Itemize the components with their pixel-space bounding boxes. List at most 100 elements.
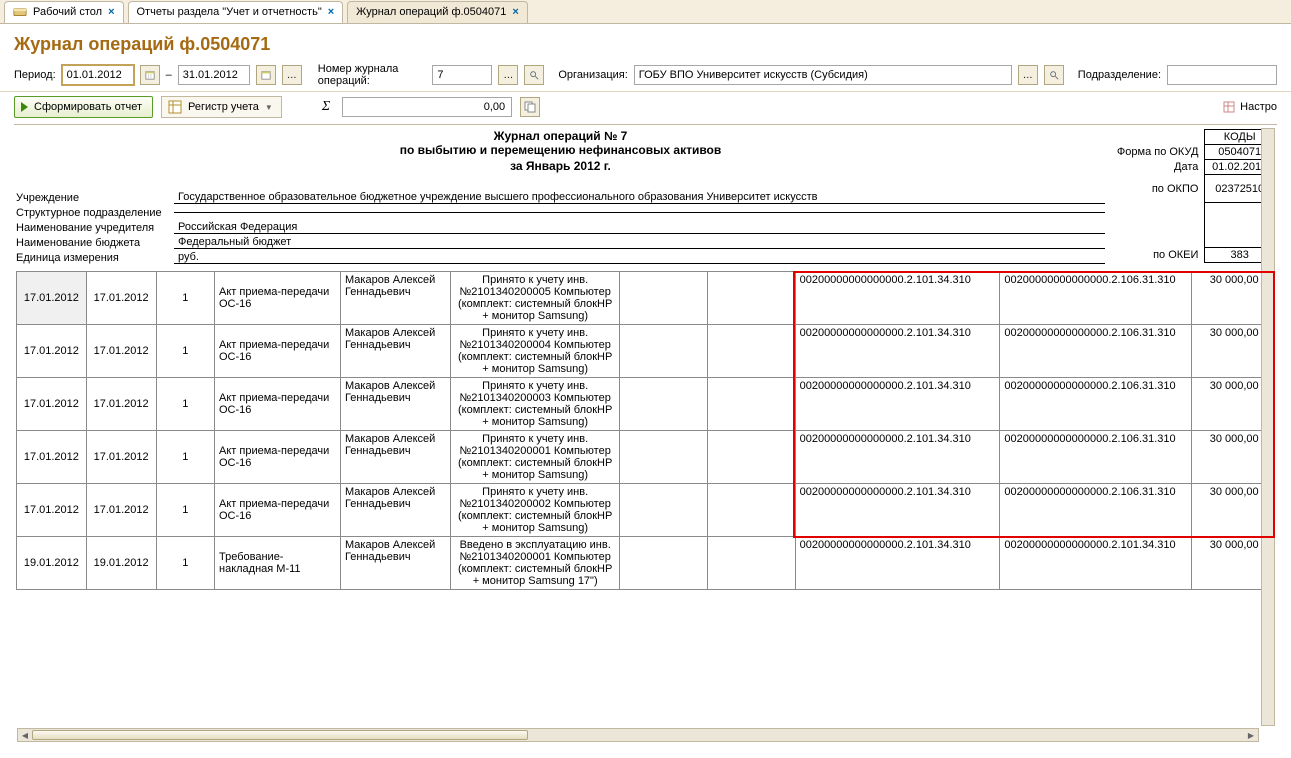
- tab-reports-label: Отчеты раздела "Учет и отчетность": [137, 6, 322, 18]
- report-title: Журнал операций № 7: [16, 129, 1105, 143]
- cell-doc: Требование-накладная М-11: [215, 537, 341, 590]
- institution-value: Государственное образовательное бюджетно…: [174, 191, 1105, 204]
- chevron-down-icon: ▼: [265, 103, 273, 112]
- page-title: Журнал операций ф.0504071: [0, 24, 1291, 63]
- table-row[interactable]: 17.01.201217.01.20121Акт приема-передачи…: [17, 272, 1275, 325]
- horizontal-scrollbar[interactable]: ◀ ▶: [17, 728, 1259, 742]
- cell-date2: 17.01.2012: [86, 484, 156, 537]
- cell-num: 1: [156, 325, 215, 378]
- report-period: за Январь 2012 г.: [16, 159, 1105, 173]
- settings-link[interactable]: Настро: [1222, 100, 1277, 114]
- cell-account2: 00200000000000000.2.106.31.310: [1000, 272, 1191, 325]
- toolbar: Сформировать отчет Регистр учета ▼ Σ 0,0…: [0, 91, 1291, 124]
- play-icon: [21, 102, 28, 112]
- date-to-input[interactable]: [178, 65, 250, 85]
- settings-label: Настро: [1240, 101, 1277, 113]
- cell-doc: Акт приема-передачи ОС-16: [215, 378, 341, 431]
- cell-num: 1: [156, 537, 215, 590]
- cell-empty2: [707, 537, 795, 590]
- table-row[interactable]: 17.01.201217.01.20121Акт приема-передачи…: [17, 484, 1275, 537]
- cell-person: Макаров Алексей Геннадьевич: [341, 484, 451, 537]
- cell-empty2: [707, 325, 795, 378]
- tab-desktop[interactable]: Рабочий стол ×: [4, 1, 124, 23]
- cell-num: 1: [156, 272, 215, 325]
- unit-value: руб.: [174, 251, 1105, 264]
- generate-report-button[interactable]: Сформировать отчет: [14, 96, 153, 118]
- org-select-button[interactable]: …: [1018, 65, 1038, 85]
- generate-label: Сформировать отчет: [34, 101, 142, 113]
- tab-reports[interactable]: Отчеты раздела "Учет и отчетность" ×: [128, 1, 344, 23]
- cell-person: Макаров Алексей Геннадьевич: [341, 378, 451, 431]
- cell-date2: 19.01.2012: [86, 537, 156, 590]
- subdiv-input[interactable]: [1167, 65, 1277, 85]
- journal-num-input[interactable]: [432, 65, 492, 85]
- calendar-icon[interactable]: [256, 65, 276, 85]
- cell-account2: 00200000000000000.2.106.31.310: [1000, 378, 1191, 431]
- cell-date2: 17.01.2012: [86, 378, 156, 431]
- table-row[interactable]: 17.01.201217.01.20121Акт приема-передачи…: [17, 431, 1275, 484]
- cell-sum: 30 000,00: [1191, 431, 1263, 484]
- journal-num-label: Номер журнала операций:: [318, 63, 427, 87]
- cell-date1: 17.01.2012: [17, 484, 87, 537]
- cell-empty2: [707, 484, 795, 537]
- period-select-button[interactable]: …: [282, 65, 302, 85]
- cell-desc: Принято к учету инв. №2101340200003 Комп…: [451, 378, 620, 431]
- vertical-scrollbar[interactable]: [1261, 128, 1275, 726]
- tab-journal[interactable]: Журнал операций ф.0504071 ×: [347, 1, 528, 23]
- okpo-label: по ОКПО: [1105, 175, 1205, 203]
- date-from-input[interactable]: [62, 65, 134, 85]
- table-row[interactable]: 19.01.201219.01.20121Требование-накладна…: [17, 537, 1275, 590]
- founder-value: Российская Федерация: [174, 221, 1105, 234]
- codes-table: КОДЫ Форма по ОКУД0504071 Дата01.02.2012…: [1105, 129, 1275, 263]
- journal-num-select-button[interactable]: …: [498, 65, 518, 85]
- period-label: Период:: [14, 69, 56, 81]
- org-input[interactable]: [634, 65, 1012, 85]
- subdiv-label: Подразделение:: [1078, 69, 1161, 81]
- calendar-icon[interactable]: [140, 65, 160, 85]
- table-row[interactable]: 17.01.201217.01.20121Акт приема-передачи…: [17, 378, 1275, 431]
- cell-sum: 30 000,00: [1191, 325, 1263, 378]
- tab-desktop-label: Рабочий стол: [33, 6, 102, 18]
- search-icon[interactable]: [524, 65, 544, 85]
- struct-value: [174, 212, 1105, 213]
- table-row[interactable]: 17.01.201217.01.20121Акт приема-передачи…: [17, 325, 1275, 378]
- cell-date2: 17.01.2012: [86, 431, 156, 484]
- cell-empty2: [707, 431, 795, 484]
- cell-doc: Акт приема-передачи ОС-16: [215, 484, 341, 537]
- cell-person: Макаров Алексей Геннадьевич: [341, 431, 451, 484]
- cell-date1: 17.01.2012: [17, 431, 87, 484]
- budget-value: Федеральный бюджет: [174, 236, 1105, 249]
- copy-icon[interactable]: [520, 97, 540, 117]
- cell-doc: Акт приема-передачи ОС-16: [215, 272, 341, 325]
- cell-person: Макаров Алексей Геннадьевич: [341, 537, 451, 590]
- sigma-icon: Σ: [318, 99, 334, 115]
- cell-account1: 00200000000000000.2.101.34.310: [795, 272, 1000, 325]
- params-row: Период: – … Номер журнала операций: … Ор…: [0, 63, 1291, 91]
- scrollbar-thumb[interactable]: [32, 730, 528, 740]
- close-icon[interactable]: ×: [328, 6, 334, 18]
- cell-empty1: [620, 272, 708, 325]
- cell-empty2: [707, 272, 795, 325]
- cell-account2: 00200000000000000.2.106.31.310: [1000, 484, 1191, 537]
- founder-label: Наименование учредителя: [16, 222, 174, 234]
- sum-display: 0,00: [342, 97, 512, 117]
- struct-label: Структурное подразделение: [16, 207, 174, 219]
- institution-label2: Учреждение: [16, 192, 174, 204]
- scroll-left-icon[interactable]: ◀: [18, 729, 32, 741]
- report-subtitle: по выбытию и перемещению нефинансовых ак…: [16, 143, 1105, 157]
- close-icon[interactable]: ×: [108, 6, 114, 18]
- search-icon[interactable]: [1044, 65, 1064, 85]
- unit-label: Единица измерения: [16, 252, 174, 264]
- cell-empty1: [620, 431, 708, 484]
- cell-date1: 19.01.2012: [17, 537, 87, 590]
- cell-account1: 00200000000000000.2.101.34.310: [795, 484, 1000, 537]
- cell-empty1: [620, 537, 708, 590]
- scroll-right-icon[interactable]: ▶: [1244, 729, 1258, 741]
- cell-person: Макаров Алексей Геннадьевич: [341, 272, 451, 325]
- cell-desc: Введено в эксплуатацию инв. №21013402000…: [451, 537, 620, 590]
- close-icon[interactable]: ×: [512, 6, 518, 18]
- register-button[interactable]: Регистр учета ▼: [161, 96, 282, 118]
- cell-person: Макаров Алексей Геннадьевич: [341, 325, 451, 378]
- cell-sum: 30 000,00: [1191, 537, 1263, 590]
- budget-label: Наименование бюджета: [16, 237, 174, 249]
